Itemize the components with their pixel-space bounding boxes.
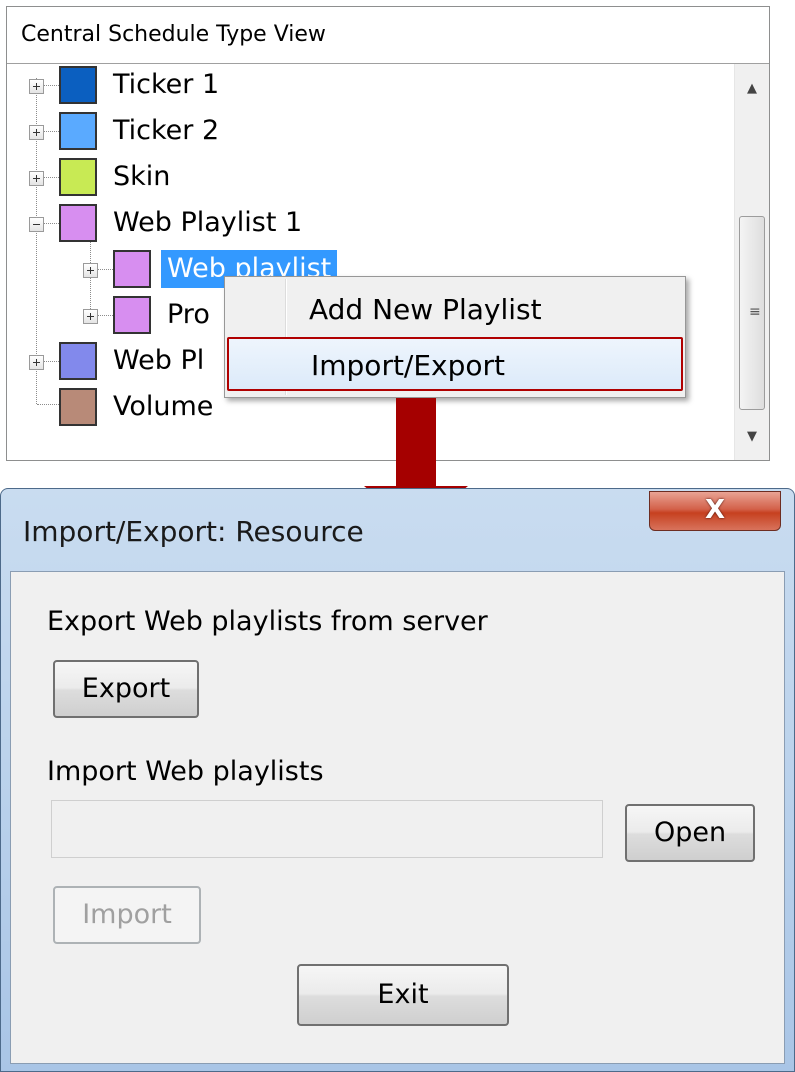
- exit-button[interactable]: Exit: [297, 964, 509, 1026]
- import-button[interactable]: Import: [53, 886, 201, 944]
- open-button[interactable]: Open: [625, 804, 755, 862]
- import-file-path-input[interactable]: [51, 800, 603, 858]
- import-section-label: Import Web playlists: [47, 756, 324, 787]
- color-swatch: [113, 296, 151, 334]
- tree-node-label: Ticker 1: [113, 69, 220, 100]
- close-button[interactable]: X: [649, 491, 781, 531]
- scroll-up-arrow-icon[interactable]: ▲: [735, 72, 769, 106]
- export-button-label: Export: [81, 673, 171, 704]
- export-button[interactable]: Export: [53, 660, 199, 718]
- dialog-client-area: Export Web playlists from server Export …: [10, 571, 785, 1064]
- expand-plus-icon[interactable]: [29, 355, 44, 370]
- dialog-title: Import/Export: Resource: [23, 515, 364, 548]
- scroll-down-arrow-icon[interactable]: ▼: [735, 420, 769, 454]
- menu-item-import-export[interactable]: Import/Export: [227, 337, 683, 391]
- expand-plus-icon[interactable]: [29, 171, 44, 186]
- expand-plus-icon[interactable]: [83, 263, 98, 278]
- context-menu: Add New Playlist Import/Export: [224, 276, 686, 398]
- scroll-thumb[interactable]: ≡: [739, 216, 765, 410]
- open-button-label: Open: [653, 817, 727, 848]
- color-swatch: [59, 112, 97, 150]
- expand-plus-icon[interactable]: [83, 309, 98, 324]
- tree-node-label: Web Pl: [113, 345, 205, 376]
- color-swatch: [59, 342, 97, 380]
- color-swatch: [113, 250, 151, 288]
- collapse-minus-icon[interactable]: [29, 217, 44, 232]
- color-swatch: [59, 158, 97, 196]
- tree-node-label: Web Playlist 1: [113, 207, 303, 238]
- vertical-scrollbar[interactable]: ▲ ≡ ▼: [734, 64, 769, 460]
- menu-item-add-new-playlist[interactable]: Add New Playlist: [227, 283, 683, 337]
- tree-header: Central Schedule Type View: [7, 7, 769, 64]
- expand-plus-icon[interactable]: [29, 79, 44, 94]
- expand-plus-icon[interactable]: [29, 125, 44, 140]
- import-export-dialog: Import/Export: Resource X Export Web pla…: [0, 488, 795, 1072]
- tree-node-label: Ticker 2: [113, 115, 220, 146]
- export-section-label: Export Web playlists from server: [47, 606, 488, 637]
- color-swatch: [59, 204, 97, 242]
- grip-icon: ≡: [749, 304, 761, 320]
- color-swatch: [59, 388, 97, 426]
- tree-node-label: Pro: [167, 299, 210, 330]
- color-swatch: [59, 66, 97, 104]
- exit-button-label: Exit: [377, 979, 429, 1010]
- import-button-label: Import: [82, 899, 172, 930]
- tree-node-label: Skin: [113, 161, 171, 192]
- tree-node-label: Volume: [113, 391, 214, 422]
- close-icon: X: [704, 495, 726, 525]
